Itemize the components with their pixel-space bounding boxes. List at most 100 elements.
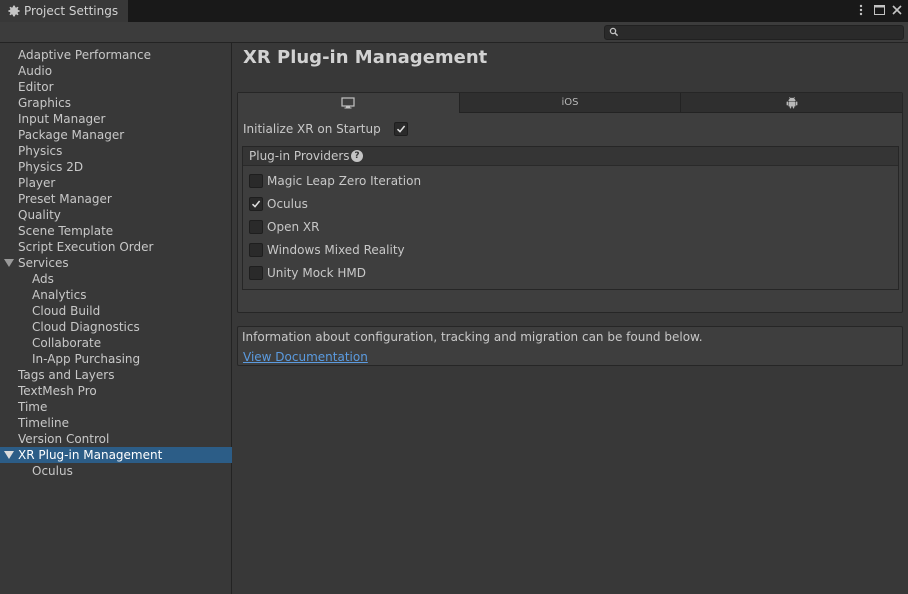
desktop-icon: [341, 97, 355, 109]
sidebar-item-label: Analytics: [32, 288, 87, 302]
sidebar-item-label: Audio: [18, 64, 53, 78]
sidebar-item[interactable]: Oculus: [0, 463, 232, 479]
sidebar-item-label: Physics 2D: [18, 160, 84, 174]
plugin-providers-title: Plug-in Providers: [249, 149, 350, 163]
sidebar-item-label: Quality: [18, 208, 61, 222]
tab-standalone[interactable]: [238, 93, 460, 113]
sidebar-item[interactable]: Audio: [0, 63, 232, 79]
search-input[interactable]: [604, 25, 904, 40]
sidebar-item-label: Editor: [18, 80, 54, 94]
sidebar-item[interactable]: Package Manager: [0, 127, 232, 143]
plugin-providers-header: Plug-in Providers ?: [243, 147, 898, 166]
sidebar-item[interactable]: Script Execution Order: [0, 239, 232, 255]
provider-checkbox[interactable]: [249, 266, 263, 280]
tab-ios[interactable]: iOS: [459, 93, 682, 113]
provider-row[interactable]: Windows Mixed Reality: [243, 239, 898, 261]
tab-android[interactable]: [681, 93, 903, 113]
sidebar-item[interactable]: Time: [0, 399, 232, 415]
sidebar-item[interactable]: Analytics: [0, 287, 232, 303]
sidebar-item[interactable]: In-App Purchasing: [0, 351, 232, 367]
search-icon: [609, 27, 619, 37]
sidebar-item[interactable]: Player: [0, 175, 232, 191]
sidebar-item[interactable]: Timeline: [0, 415, 232, 431]
sidebar-item-label: Services: [18, 256, 69, 270]
sidebar-item-label: Time: [18, 400, 48, 414]
sidebar-item[interactable]: Ads: [0, 271, 232, 287]
sidebar-item-label: Input Manager: [18, 112, 106, 126]
sidebar-item-label: Scene Template: [18, 224, 114, 238]
sidebar-item-label: Package Manager: [18, 128, 125, 142]
expand-triangle-icon[interactable]: [4, 259, 14, 267]
provider-label: Windows Mixed Reality: [267, 243, 405, 257]
provider-checkbox[interactable]: [249, 174, 263, 188]
sidebar-item[interactable]: Version Control: [0, 431, 232, 447]
provider-label: Open XR: [267, 220, 320, 234]
provider-checkbox[interactable]: [249, 243, 263, 257]
android-icon: [786, 96, 798, 109]
sidebar-item-label: Collaborate: [32, 336, 102, 350]
sidebar-item-label: Ads: [32, 272, 54, 286]
info-box: Information about configuration, trackin…: [237, 326, 903, 366]
sidebar-item[interactable]: Adaptive Performance: [0, 47, 232, 63]
sidebar-item-label: Oculus: [32, 464, 73, 478]
help-icon[interactable]: ?: [351, 150, 363, 162]
sidebar-item[interactable]: Tags and Layers: [0, 367, 232, 383]
sidebar-item-label: Cloud Build: [32, 304, 101, 318]
sidebar-item[interactable]: Physics 2D: [0, 159, 232, 175]
provider-label: Oculus: [267, 197, 308, 211]
sidebar-item-label: Graphics: [18, 96, 71, 110]
gear-icon: [8, 5, 20, 17]
plugin-providers-group: Plug-in Providers ? Magic Leap Zero Iter…: [242, 146, 899, 290]
sidebar-item[interactable]: Scene Template: [0, 223, 232, 239]
provider-row[interactable]: Magic Leap Zero Iteration: [243, 170, 898, 192]
init-xr-on-startup-checkbox[interactable]: [394, 122, 408, 136]
view-documentation-link[interactable]: View Documentation: [243, 350, 368, 364]
provider-row[interactable]: Unity Mock HMD: [243, 262, 898, 284]
page-title: XR Plug-in Management: [243, 47, 488, 68]
sidebar-item-label: Cloud Diagnostics: [32, 320, 140, 334]
sidebar-item-label: TextMesh Pro: [18, 384, 97, 398]
window-title-bar: Project Settings: [0, 0, 908, 22]
sidebar-item[interactable]: Quality: [0, 207, 232, 223]
sidebar-item-label: In-App Purchasing: [32, 352, 141, 366]
platform-settings-box: iOS Initialize XR on Startup Plug-in Pro…: [237, 92, 903, 313]
tab-title: Project Settings: [24, 4, 119, 18]
provider-label: Magic Leap Zero Iteration: [267, 174, 422, 188]
settings-panel: XR Plug-in Management iOS Initialize XR …: [233, 43, 908, 594]
tab-project-settings[interactable]: Project Settings: [0, 0, 129, 22]
provider-row[interactable]: Oculus: [243, 193, 898, 215]
provider-checkbox[interactable]: [249, 220, 263, 234]
sidebar-item-label: Physics: [18, 144, 63, 158]
sidebar-item[interactable]: Preset Manager: [0, 191, 232, 207]
maximize-icon[interactable]: [872, 3, 886, 17]
expand-triangle-icon[interactable]: [4, 451, 14, 459]
settings-sidebar: Adaptive Performance Audio Editor Graphics I…: [0, 43, 232, 594]
info-text: Information about configuration, trackin…: [242, 330, 703, 344]
sidebar-item-label: Version Control: [18, 432, 110, 446]
sidebar-item-label: Preset Manager: [18, 192, 112, 206]
sidebar-item[interactable]: Services: [0, 255, 232, 271]
sidebar-item[interactable]: Input Manager: [0, 111, 232, 127]
kebab-menu-icon[interactable]: [854, 3, 868, 17]
sidebar-item[interactable]: XR Plug-in Management: [0, 447, 232, 463]
checkmark-icon: [396, 125, 406, 133]
provider-row[interactable]: Open XR: [243, 216, 898, 238]
init-xr-on-startup-label: Initialize XR on Startup: [243, 122, 381, 136]
sidebar-item[interactable]: Graphics: [0, 95, 232, 111]
provider-checkbox[interactable]: [249, 197, 263, 211]
sidebar-item-label: Player: [18, 176, 56, 190]
checkmark-icon: [251, 200, 261, 208]
close-icon[interactable]: [890, 3, 904, 17]
provider-label: Unity Mock HMD: [267, 266, 367, 280]
sidebar-item[interactable]: Cloud Diagnostics: [0, 319, 232, 335]
sidebar-item[interactable]: Editor: [0, 79, 232, 95]
toolbar: [0, 22, 908, 43]
sidebar-item-label: Timeline: [18, 416, 70, 430]
sidebar-item[interactable]: Physics: [0, 143, 232, 159]
sidebar-item-label: Tags and Layers: [18, 368, 115, 382]
sidebar-item-label: Script Execution Order: [18, 240, 154, 254]
sidebar-item[interactable]: Collaborate: [0, 335, 232, 351]
sidebar-item[interactable]: Cloud Build: [0, 303, 232, 319]
sidebar-item[interactable]: TextMesh Pro: [0, 383, 232, 399]
platform-tabs: iOS: [238, 93, 903, 113]
